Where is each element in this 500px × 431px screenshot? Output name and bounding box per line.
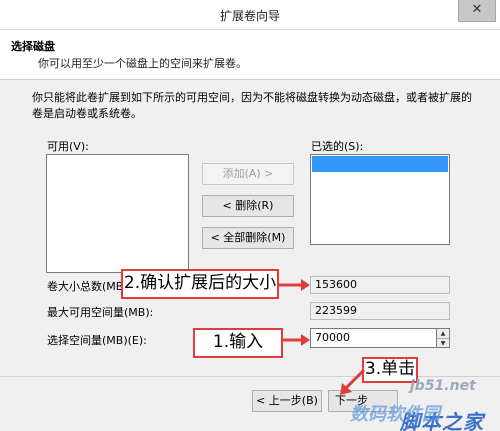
total-size-value: 153600	[310, 276, 450, 294]
add-button[interactable]: 添加(A) >	[202, 163, 294, 185]
window-title: 扩展卷向导	[219, 9, 280, 23]
footer-divider	[0, 376, 500, 377]
select-amount-input[interactable]: 70000	[310, 328, 437, 348]
callout-confirm-size: 2.确认扩展后的大小	[121, 269, 279, 299]
max-available-value: 223599	[310, 302, 450, 320]
watermark-site: jb51.net	[410, 378, 476, 394]
select-amount-label: 选择空间量(MB)(E):	[47, 334, 147, 347]
close-button[interactable]: ✕	[458, 0, 496, 22]
arrow-to-next-icon	[340, 368, 366, 395]
title-bar: 扩展卷向导 ✕	[0, 0, 500, 30]
wizard-header: 选择磁盘 你可以用至少一个磁盘上的空间来扩展卷。	[0, 30, 500, 80]
header-title: 选择磁盘	[11, 40, 55, 53]
spin-up-icon[interactable]: ▲	[437, 329, 449, 338]
arrow-to-total-icon	[279, 279, 310, 291]
header-subtitle: 你可以用至少一个磁盘上的空间来扩展卷。	[38, 57, 247, 70]
selected-disk-item[interactable]: 磁盘 0 70000 MB	[312, 156, 448, 186]
remove-all-button[interactable]: < 全部删除(M)	[202, 227, 294, 249]
disk-name: 磁盘 0	[329, 173, 362, 186]
amount-spinner[interactable]: ▲ ▼	[436, 328, 450, 348]
remove-button[interactable]: < 删除(R)	[202, 195, 294, 217]
total-size-label: 卷大小总数(MB):	[47, 280, 132, 293]
watermark-brand-2: 数码软件园	[350, 404, 440, 425]
back-button[interactable]: < 上一步(B)	[252, 390, 322, 412]
max-available-label: 最大可用空间量(MB):	[47, 306, 154, 319]
disk-size: 70000 MB	[375, 173, 432, 186]
selected-label: 已选的(S):	[311, 140, 364, 153]
available-listbox[interactable]	[46, 154, 189, 273]
available-label: 可用(V):	[47, 140, 89, 153]
spin-down-icon[interactable]: ▼	[437, 338, 449, 347]
selected-listbox[interactable]: 磁盘 0 70000 MB	[310, 154, 450, 245]
arrow-to-input-icon	[283, 334, 310, 346]
callout-input: 1.输入	[193, 328, 283, 358]
description-text: 你只能将此卷扩展到如下所示的可用空间，因为不能将磁盘转换为动态磁盘，或者被扩展的…	[32, 91, 472, 120]
